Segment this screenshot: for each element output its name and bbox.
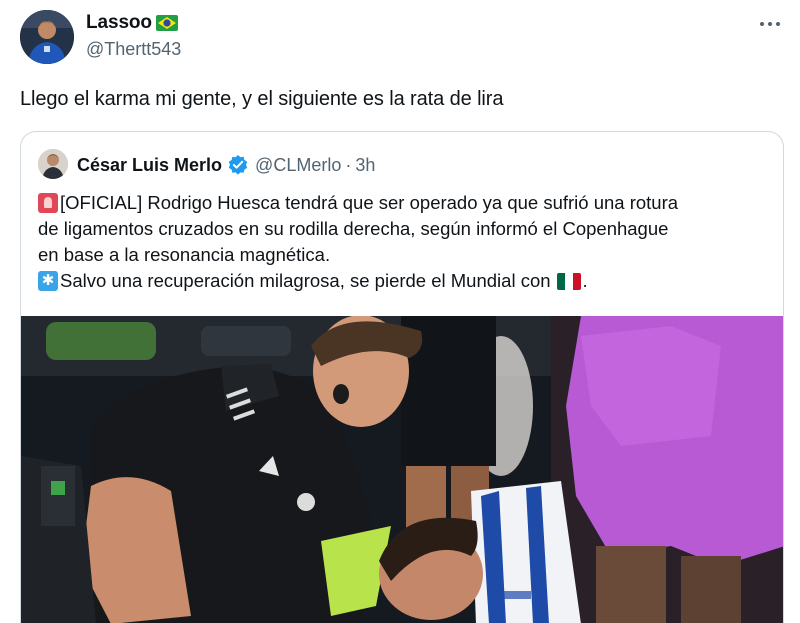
author-avatar[interactable] [20, 10, 74, 64]
tweet: Lassoo @Thertt543 Llego el karma mi gent… [0, 0, 800, 623]
quoted-tweet[interactable]: César Luis Merlo @CLMerlo · 3h [OFICIAL]… [20, 131, 784, 623]
tweet-text: Llego el karma mi gente, y el siguiente … [20, 88, 504, 110]
quoted-line-3: en base a la resonancia magnética. [38, 242, 773, 268]
brazil-flag-icon [155, 15, 178, 31]
quoted-line-text: en base a la resonancia magnética. [38, 244, 331, 265]
author-display-name[interactable]: Lassoo [86, 12, 152, 34]
verified-badge-icon [227, 154, 249, 176]
siren-icon [38, 193, 58, 213]
quoted-author-handle[interactable]: @CLMerlo [255, 155, 341, 176]
more-options-icon[interactable] [757, 14, 783, 34]
asterisk-icon: ✱ [38, 271, 58, 291]
quoted-line-2: de ligamentos cruzados en su rodilla der… [38, 216, 773, 242]
quoted-author-avatar[interactable] [38, 149, 68, 179]
quoted-line-text: . [582, 270, 588, 291]
quoted-line-4: ✱ Salvo una recuperación milagrosa, se p… [38, 268, 773, 294]
quoted-text: [OFICIAL] Rodrigo Huesca tendrá que ser … [38, 190, 773, 294]
quoted-line-text: Salvo una recuperación milagrosa, se pie… [60, 270, 551, 291]
quoted-timestamp[interactable]: 3h [355, 155, 375, 176]
quoted-line-1: [OFICIAL] Rodrigo Huesca tendrá que ser … [38, 190, 773, 216]
quoted-line-text: [OFICIAL] Rodrigo Huesca tendrá que ser … [60, 192, 679, 213]
quoted-header: César Luis Merlo @CLMerlo · 3h [77, 152, 375, 178]
quoted-line-text: de ligamentos cruzados en su rodilla der… [38, 218, 669, 239]
mexico-flag-icon [556, 272, 581, 290]
quoted-media-photo[interactable] [21, 316, 783, 623]
quoted-author-name[interactable]: César Luis Merlo [77, 155, 222, 176]
author-handle[interactable]: @Thertt543 [86, 39, 181, 60]
author-block: Lassoo @Thertt543 [86, 11, 181, 60]
separator-dot: · [345, 154, 352, 175]
